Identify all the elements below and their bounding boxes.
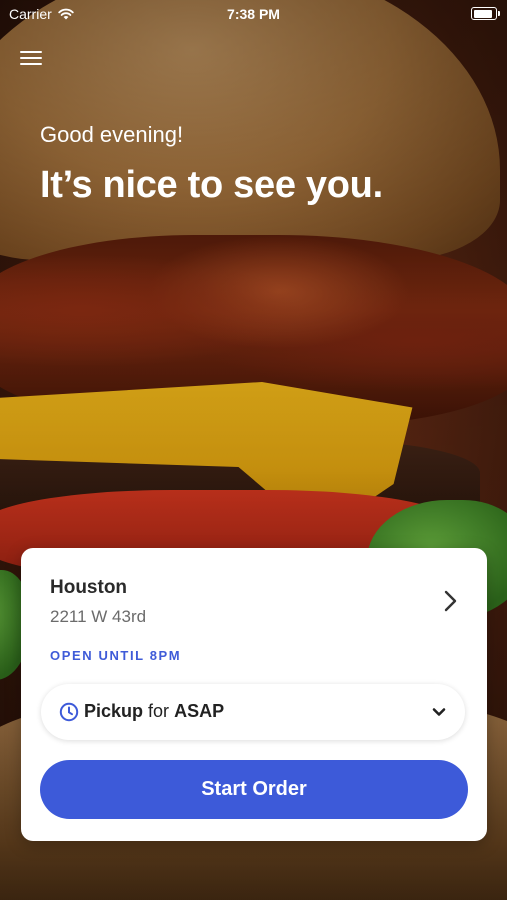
pickup-mode: Pickup	[84, 701, 144, 721]
pickup-time: ASAP	[174, 701, 225, 721]
location-address: 2211 W 43rd	[50, 607, 147, 626]
pickup-connector: for	[148, 701, 170, 721]
pickup-time-selector[interactable]: Pickup for ASAP	[41, 684, 465, 740]
clock-icon	[59, 702, 79, 722]
chevron-down-icon	[432, 708, 446, 716]
hours-status: OPEN UNTIL 8PM	[50, 648, 182, 663]
pickup-label: Pickup for ASAP	[84, 701, 224, 722]
greeting-text: Good evening!	[40, 122, 184, 147]
chevron-right-icon[interactable]	[439, 588, 461, 614]
battery-level	[473, 9, 492, 18]
hamburger-menu-icon[interactable]	[20, 48, 42, 68]
status-time: 7:38 PM	[227, 6, 280, 22]
start-order-button[interactable]: Start Order	[40, 760, 468, 819]
battery-icon	[471, 7, 500, 20]
order-card: Houston 2211 W 43rd OPEN UNTIL 8PM Picku…	[21, 548, 487, 841]
location-name: Houston	[50, 577, 128, 598]
welcome-headline: It’s nice to see you.	[40, 164, 383, 206]
status-bar: Carrier 7:38 PM	[0, 0, 507, 28]
